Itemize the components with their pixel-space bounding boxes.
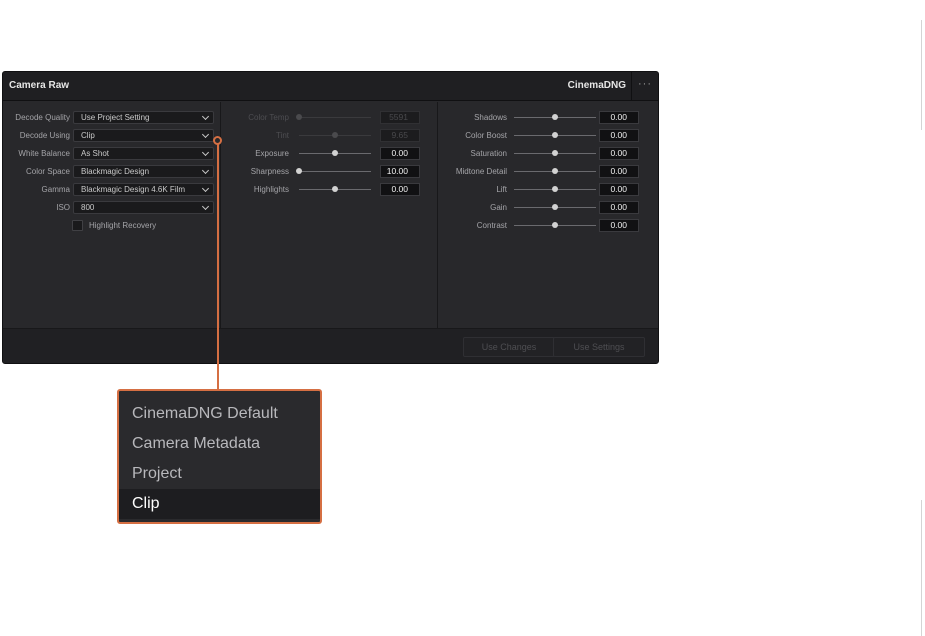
contrast-value-field[interactable]: 0.00 [599, 219, 639, 232]
menu-item-project[interactable]: Project [119, 459, 320, 489]
decode-quality-label: Decode Quality [15, 113, 70, 122]
midtone-detail-label: Midtone Detail [455, 167, 507, 176]
iso-label: ISO [56, 203, 70, 212]
contrast-label: Contrast [476, 221, 507, 230]
color-boost-label: Color Boost [465, 131, 507, 140]
menu-item-clip[interactable]: Clip [119, 489, 320, 519]
midtone-detail-value-field[interactable]: 0.00 [599, 165, 639, 178]
iso-value: 800 [81, 203, 95, 212]
highlight-recovery-checkbox[interactable] [72, 220, 83, 231]
exposure-slider-handle[interactable] [332, 150, 338, 156]
saturation-slider-handle[interactable] [552, 150, 558, 156]
sharpness-label: Sharpness [250, 167, 289, 176]
edge-line-top [921, 20, 922, 130]
use-settings-button[interactable]: Use Settings [553, 337, 645, 357]
decode-using-dropdown[interactable]: Clip [73, 129, 214, 142]
decode-using-menu: CinemaDNG Default Camera Metadata Project C… [117, 389, 322, 524]
tint-label: Tint [275, 131, 289, 140]
highlights-slider-handle[interactable] [332, 186, 338, 192]
chevron-down-icon [201, 184, 210, 193]
exposure-value-field[interactable]: 0.00 [380, 147, 420, 160]
decode-using-label: Decode Using [19, 131, 70, 140]
color-temp-slider [299, 117, 371, 118]
sharpness-slider[interactable] [299, 171, 371, 172]
gamma-value: Blackmagic Design 4.6K Film [81, 185, 186, 194]
panel-footer: Use Changes Use Settings [3, 328, 658, 363]
lift-label: Lift [496, 185, 507, 194]
gain-slider-handle[interactable] [552, 204, 558, 210]
options-menu-icon[interactable]: ··· [631, 72, 658, 100]
midtone-detail-slider-handle[interactable] [552, 168, 558, 174]
saturation-label: Saturation [470, 149, 507, 158]
exposure-label: Exposure [255, 149, 289, 158]
color-boost-value-field[interactable]: 0.00 [599, 129, 639, 142]
chevron-down-icon [201, 166, 210, 175]
callout-marker [213, 136, 222, 145]
chevron-down-icon [201, 130, 210, 139]
gamma-label: Gamma [41, 185, 70, 194]
camera-raw-panel: Camera Raw CinemaDNG ··· Decode Quality U… [2, 71, 659, 364]
highlights-value-field[interactable]: 0.00 [380, 183, 420, 196]
tint-slider-handle [332, 132, 338, 138]
color-boost-slider-handle[interactable] [552, 132, 558, 138]
sharpness-slider-handle[interactable] [296, 168, 302, 174]
gain-label: Gain [490, 203, 507, 212]
chevron-down-icon [201, 202, 210, 211]
color-temp-label: Color Temp [248, 113, 289, 122]
contrast-slider-handle[interactable] [552, 222, 558, 228]
color-space-value: Blackmagic Design [81, 167, 150, 176]
highlight-recovery-label: Highlight Recovery [89, 221, 157, 230]
lift-slider-handle[interactable] [552, 186, 558, 192]
chevron-down-icon [201, 112, 210, 121]
callout-line [217, 141, 219, 390]
lift-value-field[interactable]: 0.00 [599, 183, 639, 196]
iso-dropdown[interactable]: 800 [73, 201, 214, 214]
panel-header: Camera Raw CinemaDNG ··· [3, 72, 658, 101]
decode-quality-value: Use Project Setting [81, 113, 150, 122]
white-balance-dropdown[interactable]: As Shot [73, 147, 214, 160]
decode-using-value: Clip [81, 131, 95, 140]
format-label: CinemaDNG [567, 80, 626, 91]
shadows-label: Shadows [474, 113, 507, 122]
shadows-value-field[interactable]: 0.00 [599, 111, 639, 124]
decode-quality-dropdown[interactable]: Use Project Setting [73, 111, 214, 124]
white-balance-value: As Shot [81, 149, 110, 158]
color-temp-slider-handle [296, 114, 302, 120]
gain-value-field[interactable]: 0.00 [599, 201, 639, 214]
panel-title: Camera Raw [9, 80, 70, 91]
menu-item-cinemadng-default[interactable]: CinemaDNG Default [119, 399, 320, 429]
color-space-dropdown[interactable]: Blackmagic Design [73, 165, 214, 178]
sharpness-value-field[interactable]: 10.00 [380, 165, 420, 178]
white-balance-label: White Balance [18, 149, 70, 158]
chevron-down-icon [201, 148, 210, 157]
edge-line-bottom [921, 500, 922, 636]
tint-value-field: 9.65 [380, 129, 420, 142]
shadows-slider-handle[interactable] [552, 114, 558, 120]
color-temp-value-field: 5591 [380, 111, 420, 124]
gamma-dropdown[interactable]: Blackmagic Design 4.6K Film [73, 183, 214, 196]
saturation-value-field[interactable]: 0.00 [599, 147, 639, 160]
use-changes-button[interactable]: Use Changes [463, 337, 555, 357]
column-divider-right [437, 102, 438, 328]
highlights-label: Highlights [253, 185, 289, 194]
color-space-label: Color Space [25, 167, 70, 176]
menu-item-camera-metadata[interactable]: Camera Metadata [119, 429, 320, 459]
